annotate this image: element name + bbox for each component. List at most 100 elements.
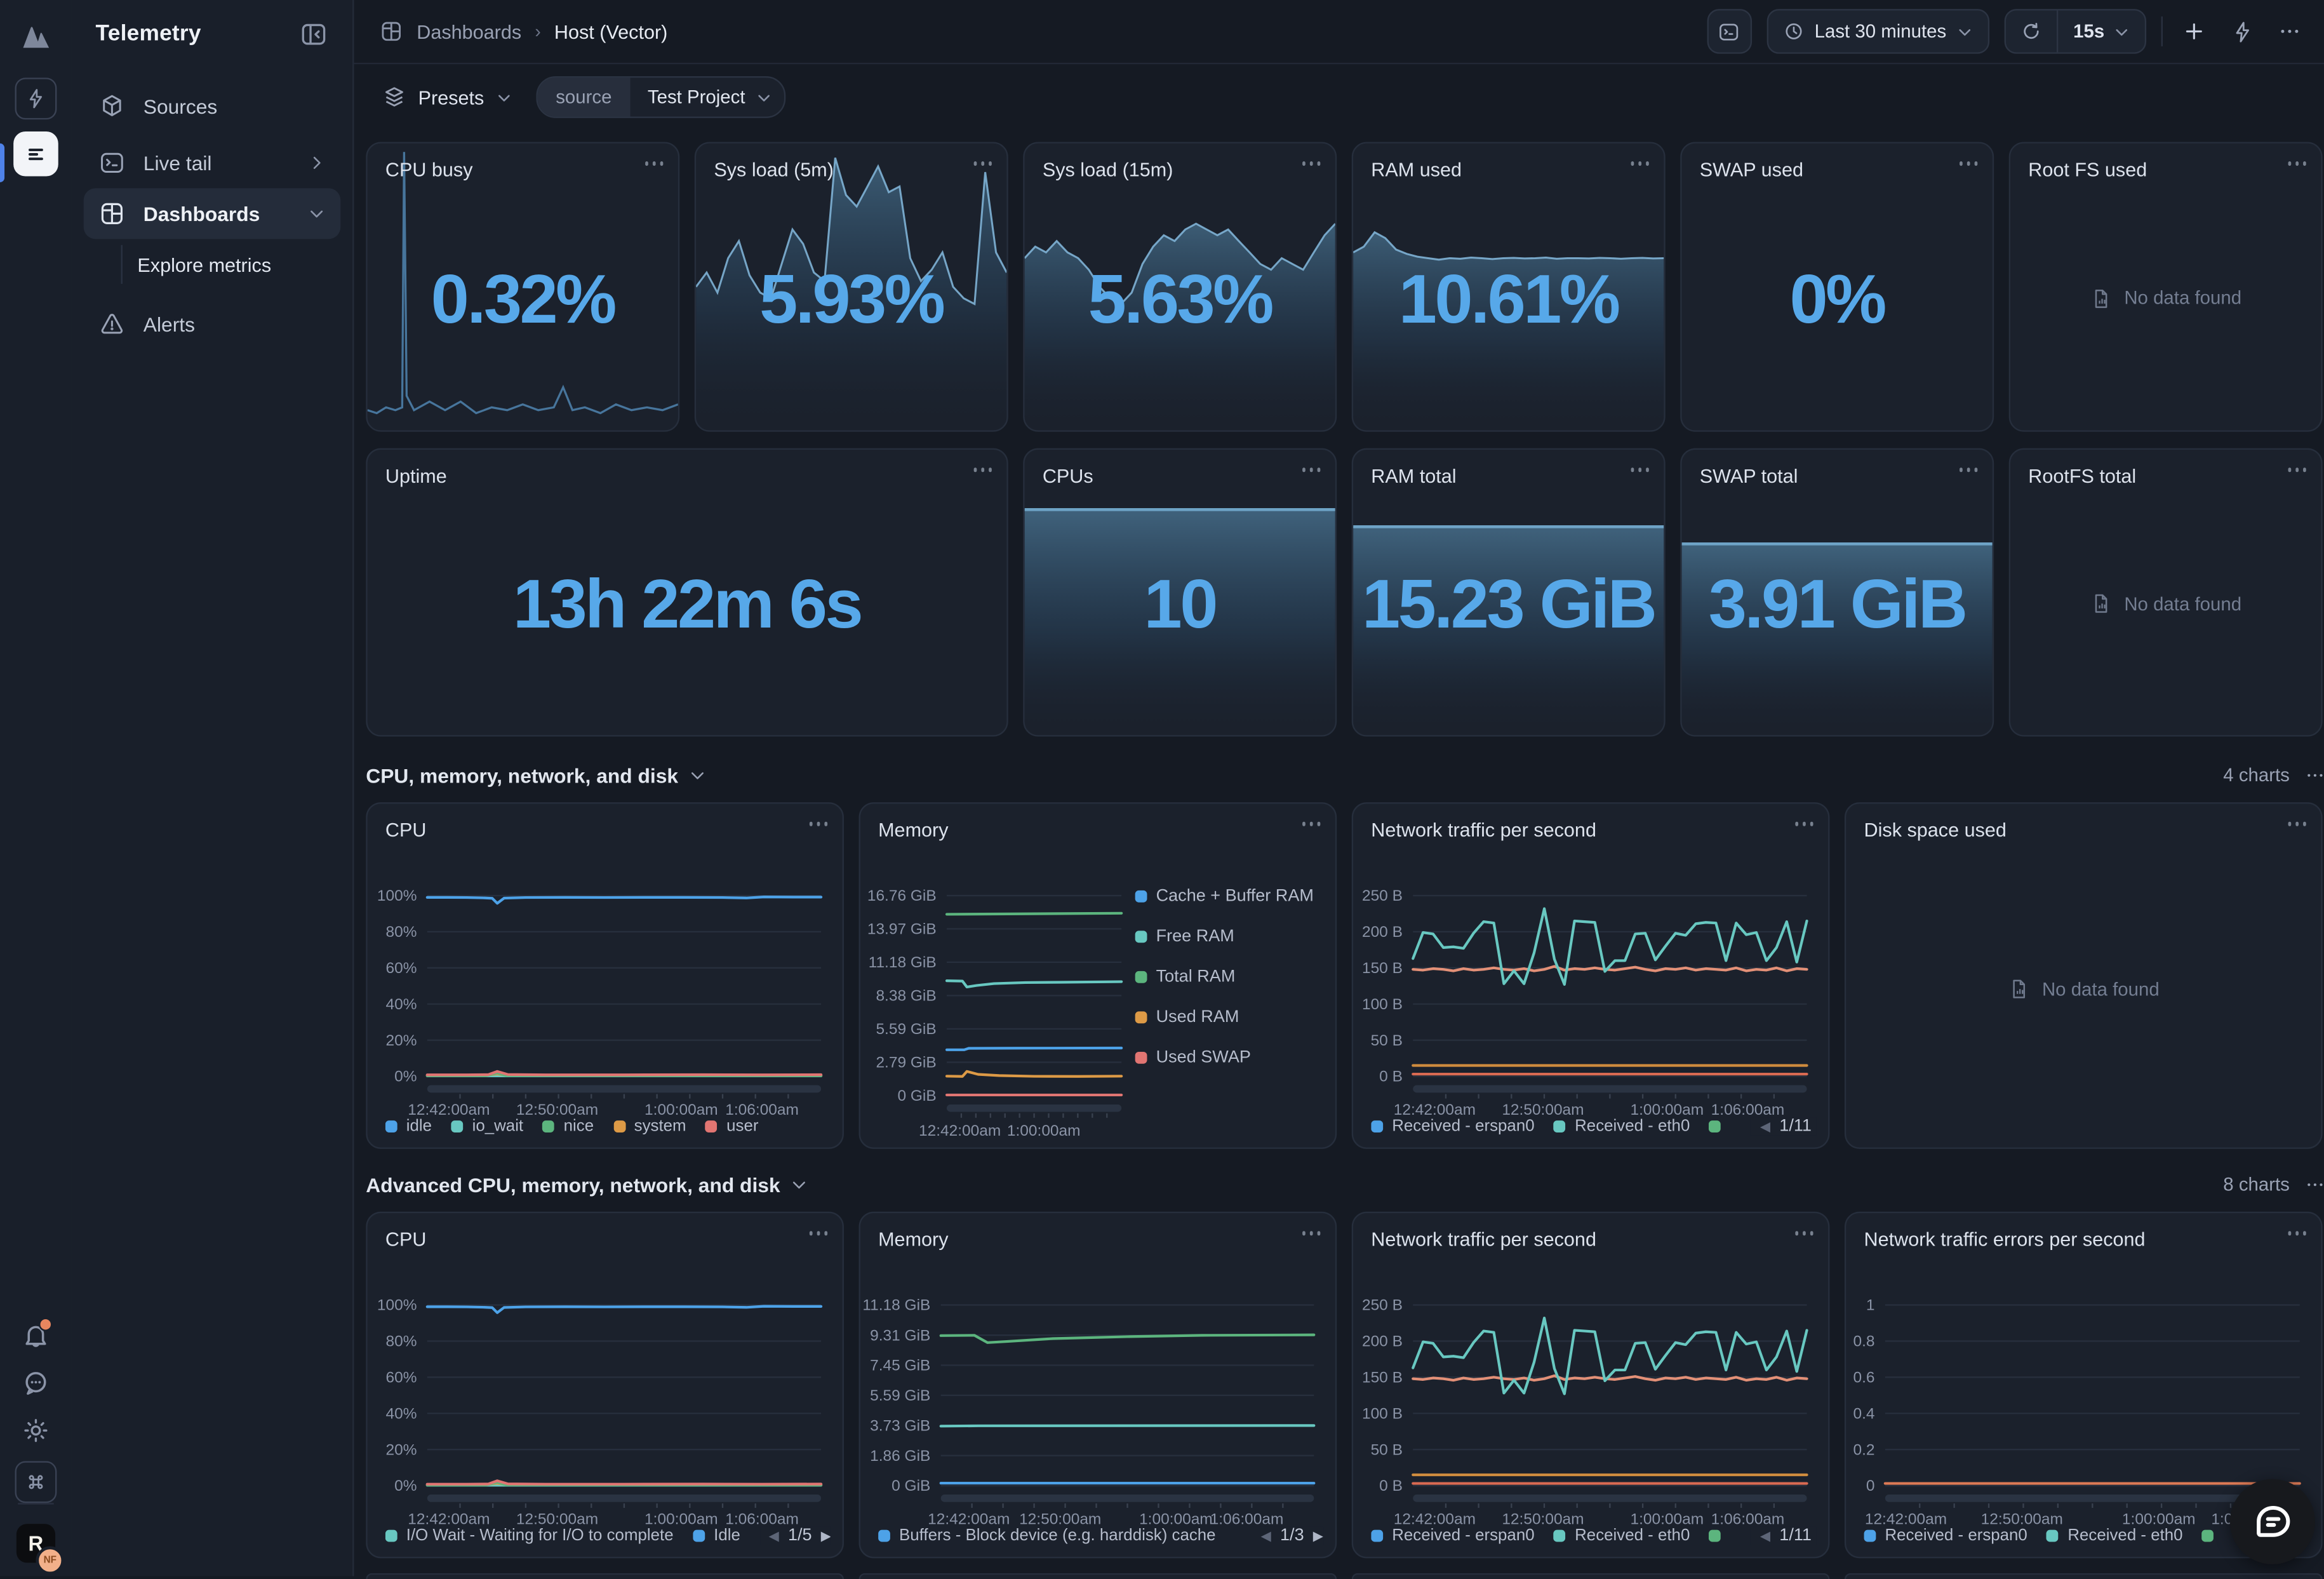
legend-item-used-ram[interactable]: Used RAM <box>1135 1009 1314 1026</box>
legend-item-received-erspan0[interactable]: Received - erspan0 <box>1371 1527 1534 1545</box>
card-menu-button[interactable] <box>809 822 827 826</box>
topbar: Dashboards › Host (Vector) Last 30 minut… <box>352 0 2324 64</box>
svg-text:12:50:00am: 12:50:00am <box>1019 1511 1101 1528</box>
legend-item-received-eth0[interactable]: Received - eth0 <box>2047 1527 2182 1545</box>
add-panel-button[interactable] <box>2177 15 2210 48</box>
legend-pagination: ◀1/5▶ <box>759 1527 830 1545</box>
legend-item-cache-buffer-ram[interactable]: Cache + Buffer RAM <box>1135 887 1314 905</box>
chart-plot[interactable]: 0%20%40%60%80%100%12:42:00am12:50:00am1:… <box>368 803 843 1147</box>
card-menu-button[interactable] <box>1302 467 1320 471</box>
card-menu-button[interactable] <box>1959 161 1977 165</box>
section-toggle[interactable]: CPU, memory, network, and disk <box>366 764 706 786</box>
card-menu-button[interactable] <box>1630 161 1648 165</box>
svg-text:60%: 60% <box>385 1369 417 1387</box>
card-menu-button[interactable] <box>1302 1231 1320 1235</box>
chart-plot[interactable]: 0 B50 B100 B150 B200 B250 B12:42:00am12:… <box>1353 1213 1828 1557</box>
legend-pagination: ◀1/11▶ <box>1751 1527 1816 1545</box>
sidebar-item-explore-metrics[interactable]: Explore metrics <box>72 245 340 284</box>
sidebar-item-live-tail[interactable]: Live tail <box>84 137 341 188</box>
legend-item-user[interactable]: user <box>705 1117 758 1135</box>
sidebar-collapse-icon[interactable] <box>298 20 328 50</box>
card-menu-button[interactable] <box>809 1231 827 1235</box>
svg-text:12:42:00am: 12:42:00am <box>928 1511 1010 1528</box>
no-data-doc-icon <box>2090 593 2112 615</box>
legend-item-nice[interactable]: nice <box>543 1117 594 1135</box>
presets-dropdown[interactable]: Presets <box>382 85 512 109</box>
section-toggle[interactable]: Advanced CPU, memory, network, and disk <box>366 1174 808 1196</box>
source-filter[interactable]: source Test Project <box>537 76 785 118</box>
card-menu-button[interactable] <box>973 161 991 165</box>
legend-item-i-o-wait-waiting-for-i-o-to-complete[interactable]: I/O Wait - Waiting for I/O to complete <box>385 1527 674 1545</box>
refresh-interval-dropdown[interactable]: 15s <box>2059 10 2145 52</box>
legend-item-used-swap[interactable]: Used SWAP <box>1135 1049 1314 1066</box>
refresh-button[interactable] <box>2006 10 2057 52</box>
card-title: Sys load (5m) <box>714 158 834 180</box>
breadcrumb-section[interactable]: Dashboards <box>417 20 521 43</box>
no-data-doc-icon <box>2008 978 2030 1000</box>
theme-sun-icon[interactable] <box>22 1416 50 1445</box>
card-menu-button[interactable] <box>1630 467 1648 471</box>
legend-item-idle[interactable]: Idle <box>693 1527 740 1545</box>
card-menu-button[interactable] <box>2287 161 2306 165</box>
section-menu-button[interactable] <box>2304 765 2324 786</box>
legend-item-r[interactable]: R <box>1709 1527 1732 1545</box>
card-title: RAM total <box>1371 465 1456 487</box>
legend-item-buffers-block-device-e-g-harddisk-cache[interactable]: Buffers - Block device (e.g. harddisk) c… <box>878 1527 1215 1545</box>
bolt-icon-button[interactable] <box>2226 15 2259 48</box>
legend-item-io-wait[interactable]: io_wait <box>451 1117 523 1135</box>
sidebar-item-alerts[interactable]: Alerts <box>84 299 341 349</box>
quick-actions-rail-button[interactable] <box>15 77 57 119</box>
stat-card-rootfs-total: RootFS totalNo data found <box>2009 448 2323 737</box>
stat-value: 10 <box>1025 563 1335 644</box>
logo-mountain-icon[interactable] <box>18 18 53 53</box>
chart-plot[interactable]: 0%20%40%60%80%100%12:42:00am12:50:00am1:… <box>368 1213 843 1557</box>
chart-plot[interactable]: 0 B50 B100 B150 B200 B250 B12:42:00am12:… <box>1353 803 1828 1147</box>
svg-text:0.8: 0.8 <box>1853 1333 1874 1350</box>
card-menu-button[interactable] <box>644 161 663 165</box>
avatar-badge: NF <box>36 1547 64 1575</box>
card-menu-button[interactable] <box>2287 1231 2306 1235</box>
notification-dot <box>39 1318 52 1331</box>
page-next-button[interactable]: ▶ <box>1313 1528 1323 1544</box>
card-menu-button[interactable] <box>2287 822 2306 826</box>
page-prev-button[interactable]: ◀ <box>1261 1528 1271 1544</box>
sidebar-item-dashboards[interactable]: Dashboards <box>84 188 341 239</box>
section-menu-button[interactable] <box>2304 1174 2324 1195</box>
legend-item-received-erspan0[interactable]: Received - erspan0 <box>1864 1527 2027 1545</box>
card-menu-button[interactable] <box>1302 822 1320 826</box>
legend-item-r[interactable]: R <box>2202 1527 2224 1545</box>
legend-item-received-erspan0[interactable]: Received - erspan0 <box>1371 1117 1534 1135</box>
stat-value: 5.63% <box>1025 258 1335 339</box>
legend-item-r[interactable]: R <box>1709 1117 1732 1135</box>
chart-card-memory: Memory0 GiB2.79 GiB5.59 GiB8.38 GiB11.18… <box>859 802 1337 1149</box>
legend-item-system[interactable]: system <box>613 1117 686 1135</box>
feedback-chat-icon[interactable] <box>21 1369 51 1399</box>
time-range-picker[interactable]: Last 30 minutes <box>1766 9 1989 54</box>
legend-item-total-ram[interactable]: Total RAM <box>1135 968 1314 986</box>
legend-item-received-eth0[interactable]: Received - eth0 <box>1554 1527 1690 1545</box>
card-menu-button[interactable] <box>973 467 991 471</box>
more-options-button[interactable] <box>2273 15 2306 48</box>
card-menu-button[interactable] <box>2287 467 2306 471</box>
chart-plot[interactable]: 0 GiB1.86 GiB3.73 GiB5.59 GiB7.45 GiB9.3… <box>860 1213 1335 1557</box>
page-prev-button[interactable]: ◀ <box>769 1528 779 1544</box>
page-prev-button[interactable]: ◀ <box>1760 1528 1770 1544</box>
support-chat-fab[interactable] <box>2230 1479 2315 1564</box>
svg-text:1:06:00am: 1:06:00am <box>1210 1511 1284 1528</box>
stat-value: 0% <box>1682 258 1993 339</box>
page-next-button[interactable]: ▶ <box>821 1528 831 1544</box>
legend-item-free-ram[interactable]: Free RAM <box>1135 928 1314 946</box>
legend-item-idle[interactable]: idle <box>385 1117 432 1135</box>
sidebar-item-sources[interactable]: Sources <box>84 81 341 131</box>
telemetry-rail-button[interactable] <box>13 131 58 177</box>
legend-item-received-eth0[interactable]: Received - eth0 <box>1554 1117 1690 1135</box>
svg-text:250 B: 250 B <box>1362 1297 1403 1314</box>
legend-chip <box>878 1530 890 1542</box>
console-panel-button[interactable] <box>1707 9 1752 54</box>
page-prev-button[interactable]: ◀ <box>1760 1119 1770 1135</box>
command-menu-icon[interactable] <box>15 1461 57 1503</box>
card-menu-button[interactable] <box>1794 822 1813 826</box>
card-menu-button[interactable] <box>1959 467 1977 471</box>
card-menu-button[interactable] <box>1794 1231 1813 1235</box>
card-menu-button[interactable] <box>1302 161 1320 165</box>
